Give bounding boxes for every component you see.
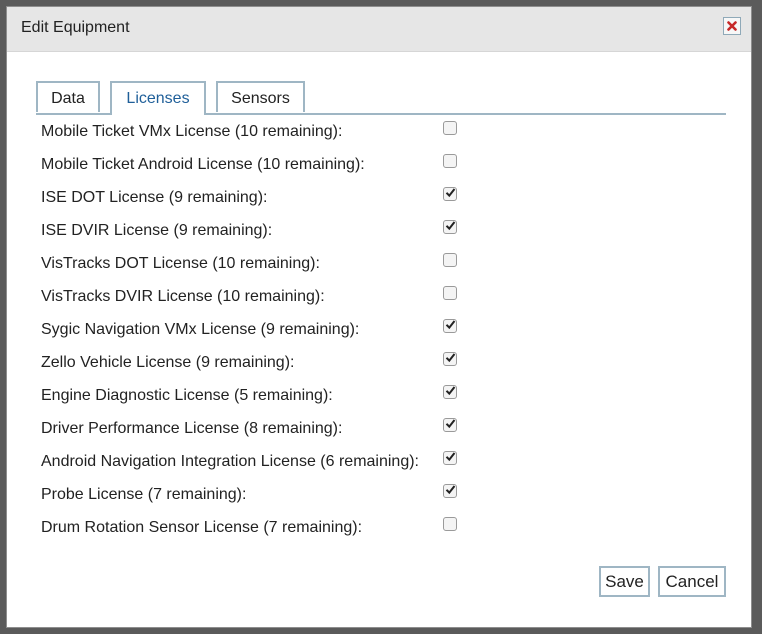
license-row: VisTracks DOT License (10 remaining): <box>41 249 491 282</box>
license-label: Sygic Navigation VMx License (9 remainin… <box>41 321 360 338</box>
license-checkbox[interactable] <box>443 121 457 135</box>
license-row: Zello Vehicle License (9 remaining): <box>41 348 491 381</box>
edit-equipment-dialog: Edit Equipment Data Licenses Sensors Mob… <box>6 6 752 628</box>
check-icon <box>445 419 456 429</box>
check-icon <box>445 353 456 363</box>
license-checkbox[interactable] <box>443 154 457 168</box>
license-checkbox[interactable] <box>443 187 457 201</box>
license-checkbox[interactable] <box>443 517 457 531</box>
check-icon <box>445 485 456 495</box>
license-label: Android Navigation Integration License (… <box>41 453 419 470</box>
cancel-button[interactable]: Cancel <box>658 566 726 597</box>
license-row: ISE DOT License (9 remaining): <box>41 183 491 216</box>
check-icon <box>445 386 456 396</box>
license-label: VisTracks DVIR License (10 remaining): <box>41 288 325 305</box>
close-icon <box>727 21 737 31</box>
license-list: Mobile Ticket VMx License (10 remaining)… <box>41 117 491 546</box>
license-checkbox[interactable] <box>443 418 457 432</box>
check-icon <box>445 188 456 198</box>
license-row: VisTracks DVIR License (10 remaining): <box>41 282 491 315</box>
license-label: ISE DVIR License (9 remaining): <box>41 222 273 239</box>
license-checkbox[interactable] <box>443 253 457 267</box>
license-checkbox[interactable] <box>443 220 457 234</box>
license-row: Probe License (7 remaining): <box>41 480 491 513</box>
license-row: ISE DVIR License (9 remaining): <box>41 216 491 249</box>
license-checkbox[interactable] <box>443 385 457 399</box>
license-checkbox[interactable] <box>443 484 457 498</box>
license-row: Mobile Ticket VMx License (10 remaining)… <box>41 117 491 150</box>
check-icon <box>445 320 456 330</box>
dialog-title: Edit Equipment <box>21 19 130 36</box>
tab-licenses[interactable]: Licenses <box>110 81 206 115</box>
license-checkbox[interactable] <box>443 352 457 366</box>
tab-bar: Data Licenses Sensors <box>36 81 726 115</box>
license-row: Drum Rotation Sensor License (7 remainin… <box>41 513 491 546</box>
tab-sensors[interactable]: Sensors <box>216 81 305 112</box>
license-checkbox[interactable] <box>443 451 457 465</box>
license-label: Mobile Ticket Android License (10 remain… <box>41 156 365 173</box>
close-button[interactable] <box>723 17 741 35</box>
license-label: Engine Diagnostic License (5 remaining): <box>41 387 333 404</box>
license-row: Mobile Ticket Android License (10 remain… <box>41 150 491 183</box>
license-label: VisTracks DOT License (10 remaining): <box>41 255 320 272</box>
dialog-titlebar: Edit Equipment <box>7 7 751 52</box>
license-label: Drum Rotation Sensor License (7 remainin… <box>41 519 363 536</box>
check-icon <box>445 452 456 462</box>
license-label: Probe License (7 remaining): <box>41 486 247 503</box>
license-row: Android Navigation Integration License (… <box>41 447 491 480</box>
license-checkbox[interactable] <box>443 286 457 300</box>
check-icon <box>445 221 456 231</box>
tab-data[interactable]: Data <box>36 81 100 112</box>
license-label: Zello Vehicle License (9 remaining): <box>41 354 295 371</box>
license-label: ISE DOT License (9 remaining): <box>41 189 268 206</box>
license-label: Driver Performance License (8 remaining)… <box>41 420 343 437</box>
license-label: Mobile Ticket VMx License (10 remaining)… <box>41 123 343 140</box>
save-button[interactable]: Save <box>599 566 650 597</box>
license-row: Engine Diagnostic License (5 remaining): <box>41 381 491 414</box>
license-row: Sygic Navigation VMx License (9 remainin… <box>41 315 491 348</box>
license-checkbox[interactable] <box>443 319 457 333</box>
license-row: Driver Performance License (8 remaining)… <box>41 414 491 447</box>
